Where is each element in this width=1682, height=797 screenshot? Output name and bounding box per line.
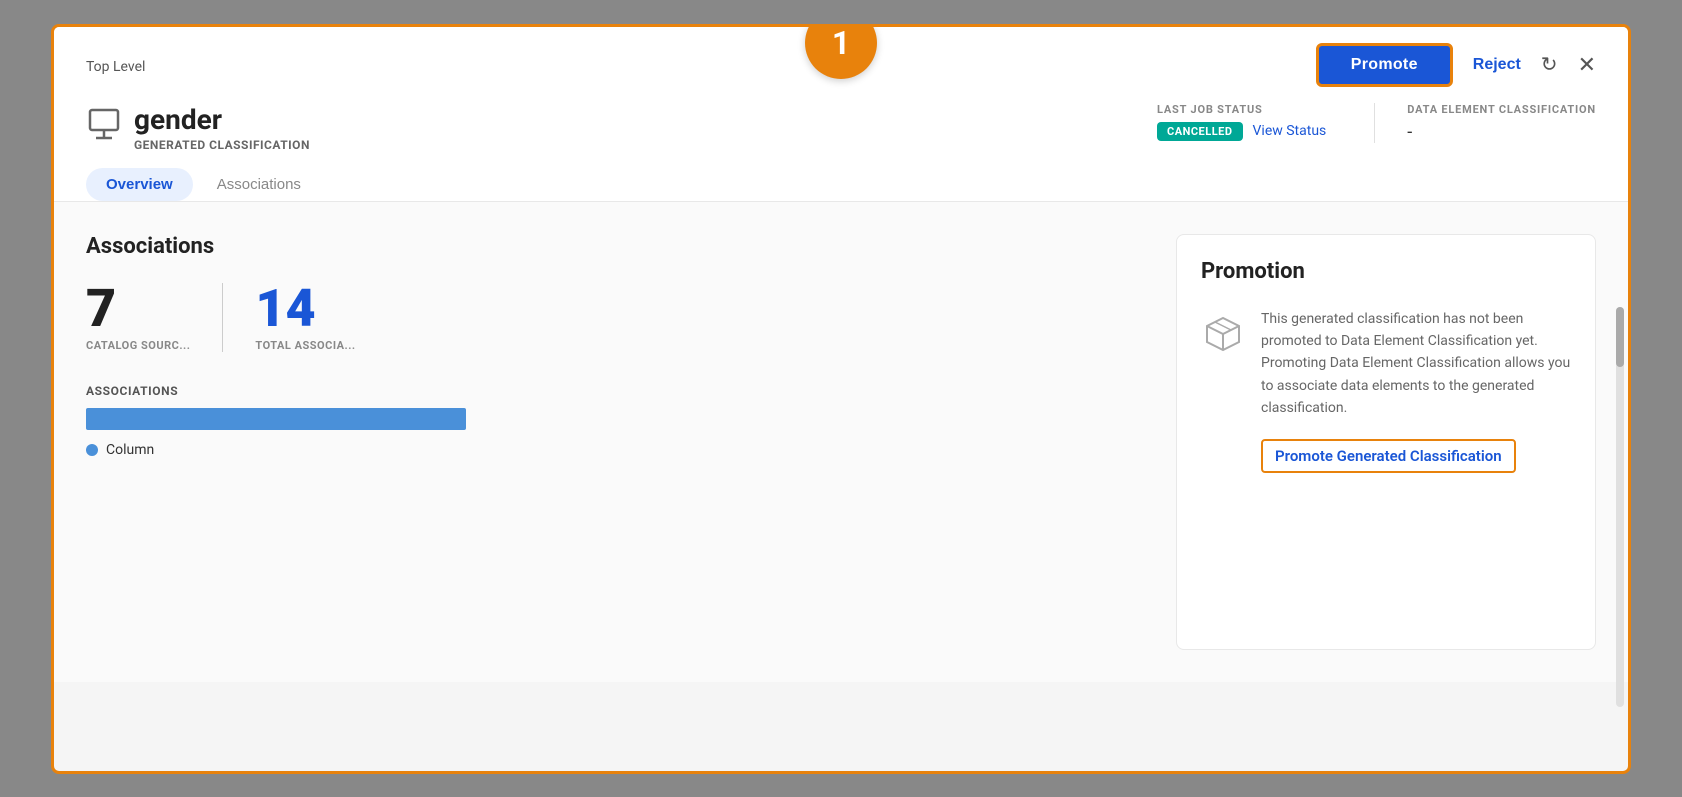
close-button[interactable]: ✕ [1578, 52, 1596, 78]
catalog-sources-number: 7 [86, 283, 116, 335]
total-associations-stat: 14 TOTAL ASSOCIA... [222, 283, 387, 352]
tab-overview[interactable]: Overview [86, 168, 193, 201]
entity-row: gender GENERATED CLASSIFICATION LAST JOB… [54, 87, 1628, 152]
tab-associations[interactable]: Associations [197, 168, 321, 201]
legend-text: Column [106, 442, 154, 458]
left-panel: Associations 7 CATALOG SOURC... 14 TOTAL… [86, 234, 1136, 650]
bar-section-label: ASSOCIATIONS [86, 384, 1136, 398]
associations-title: Associations [86, 234, 1136, 259]
status-row: CANCELLED View Status [1157, 122, 1326, 141]
promotion-title: Promotion [1201, 259, 1571, 284]
view-status-link[interactable]: View Status [1253, 123, 1327, 139]
refresh-button[interactable]: ↻ [1541, 52, 1558, 77]
legend-dot [86, 444, 98, 456]
legend-row: Column [86, 442, 1136, 458]
data-element-section: DATA ELEMENT CLASSIFICATION - [1374, 103, 1596, 143]
promotion-text-block: This generated classification has not be… [1261, 308, 1571, 474]
reject-button[interactable]: Reject [1473, 56, 1521, 74]
header-actions: Promote Reject ↻ ✕ [1316, 43, 1596, 87]
stats-row: 7 CATALOG SOURC... 14 TOTAL ASSOCIA... [86, 283, 1136, 352]
promote-generated-link[interactable]: Promote Generated Classification [1261, 439, 1516, 473]
total-associations-number: 14 [255, 283, 315, 335]
main-panel: Top Level 1 Promote Reject ↻ ✕ [51, 24, 1631, 774]
header: Top Level 1 Promote Reject ↻ ✕ [54, 27, 1628, 87]
promotion-body: This generated classification has not be… [1201, 308, 1571, 474]
bar-chart [86, 408, 506, 430]
entity-name: gender [134, 103, 310, 136]
scroll-thumb[interactable] [1616, 307, 1624, 367]
catalog-sources-stat: 7 CATALOG SOURC... [86, 283, 222, 352]
badge-circle: 1 [805, 24, 877, 79]
top-level-label: Top Level [86, 59, 145, 75]
bar-fill [86, 408, 466, 430]
refresh-icon: ↻ [1541, 54, 1558, 76]
last-job-status: LAST JOB STATUS CANCELLED View Status [1157, 103, 1326, 141]
status-panel: LAST JOB STATUS CANCELLED View Status DA… [1157, 103, 1596, 143]
right-panel: Promotion This generated classification … [1176, 234, 1596, 650]
data-element-label: DATA ELEMENT CLASSIFICATION [1407, 103, 1596, 116]
entity-info: gender GENERATED CLASSIFICATION [86, 103, 310, 152]
cancelled-badge: CANCELLED [1157, 122, 1242, 141]
total-associations-label: TOTAL ASSOCIA... [255, 339, 355, 352]
catalog-sources-label: CATALOG SOURC... [86, 339, 190, 352]
main-content: Associations 7 CATALOG SOURC... 14 TOTAL… [54, 202, 1628, 682]
tabs-row: Overview Associations [54, 152, 1628, 202]
close-icon: ✕ [1578, 52, 1596, 77]
box-icon [1201, 312, 1245, 365]
entity-icon [86, 106, 122, 149]
promote-button[interactable]: Promote [1316, 43, 1453, 87]
entity-subtitle: GENERATED CLASSIFICATION [134, 138, 310, 152]
data-element-value: - [1407, 122, 1596, 143]
entity-details: gender GENERATED CLASSIFICATION [134, 103, 310, 152]
promotion-description: This generated classification has not be… [1261, 308, 1571, 420]
scroll-track[interactable] [1616, 307, 1624, 707]
last-job-label: LAST JOB STATUS [1157, 103, 1326, 116]
